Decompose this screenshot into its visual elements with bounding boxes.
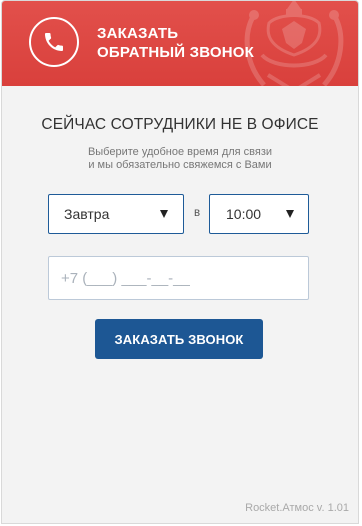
order-call-button[interactable]: ЗАКАЗАТЬ ЗВОНОК bbox=[95, 319, 263, 359]
status-title: СЕЙЧАС СОТРУДНИКИ НЕ В ОФИСЕ bbox=[41, 116, 319, 133]
caret-down-icon bbox=[160, 210, 168, 218]
day-select[interactable]: Завтра bbox=[48, 194, 184, 234]
header-title: ЗАКАЗАТЬ ОБРАТНЫЙ ЗВОНОК bbox=[97, 24, 254, 62]
widget-header: ЗАКАЗАТЬ ОБРАТНЫЙ ЗВОНОК bbox=[2, 1, 358, 86]
phone-icon bbox=[29, 17, 79, 67]
status-subtitle: Выберите удобное время для связи и мы об… bbox=[2, 146, 358, 172]
phone-input[interactable] bbox=[48, 256, 309, 300]
time-select-value: 10:00 bbox=[226, 206, 262, 222]
day-select-value: Завтра bbox=[64, 206, 110, 222]
subtitle-line2: и мы обязательно свяжемся с Вами bbox=[88, 159, 272, 171]
header-title-line2: ОБРАТНЫЙ ЗВОНОК bbox=[97, 44, 255, 61]
callback-widget: ЗАКАЗАТЬ ОБРАТНЫЙ ЗВОНОК СЕЙЧАС СОТРУДНИ… bbox=[1, 0, 359, 524]
caret-down-icon bbox=[286, 210, 294, 218]
header-title-line1: ЗАКАЗАТЬ bbox=[97, 25, 179, 42]
time-select[interactable]: 10:00 bbox=[209, 194, 309, 234]
time-separator-label: в bbox=[193, 207, 201, 219]
subtitle-line1: Выберите удобное время для связи bbox=[87, 146, 273, 158]
version-label: Rocket.Атмос v. 1.01 bbox=[245, 502, 349, 514]
